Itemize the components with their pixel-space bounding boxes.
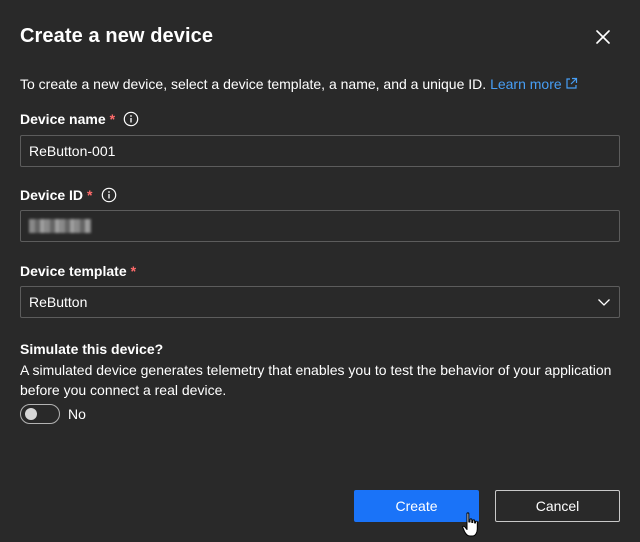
device-template-label-text: Device template — [20, 263, 127, 279]
simulate-toggle[interactable] — [20, 404, 60, 424]
simulate-description: A simulated device generates telemetry t… — [20, 362, 612, 398]
intro-text-body: To create a new device, select a device … — [20, 76, 487, 92]
learn-more-link[interactable]: Learn more — [490, 76, 578, 92]
device-name-label: Device name * — [20, 111, 139, 127]
device-id-label-text: Device ID — [20, 187, 84, 203]
device-name-input[interactable]: ReButton-001 — [20, 135, 620, 167]
cancel-button[interactable]: Cancel — [495, 490, 620, 522]
device-name-label-text: Device name — [20, 111, 106, 127]
device-template-label: Device template * — [20, 263, 136, 279]
create-device-dialog: Create a new device To create a new devi… — [0, 0, 640, 542]
create-button[interactable]: Create — [354, 490, 479, 522]
create-button-label: Create — [395, 498, 438, 514]
required-indicator: * — [109, 111, 116, 127]
toggle-knob — [25, 408, 37, 420]
close-button[interactable] — [590, 24, 616, 50]
required-indicator: * — [87, 187, 93, 203]
external-link-icon — [566, 77, 577, 89]
hand-pointer-cursor-icon — [462, 512, 478, 537]
info-icon[interactable] — [101, 187, 117, 203]
device-name-value: ReButton-001 — [29, 143, 116, 159]
info-icon[interactable] — [123, 111, 139, 127]
device-template-select[interactable]: ReButton — [20, 286, 620, 318]
device-id-label: Device ID * — [20, 187, 117, 203]
device-template-value: ReButton — [29, 294, 88, 310]
simulate-toggle-label: No — [68, 406, 86, 422]
redacted-device-id — [29, 219, 91, 233]
cancel-button-label: Cancel — [535, 498, 580, 514]
required-indicator: * — [130, 263, 137, 279]
simulate-title: Simulate this device? — [20, 341, 164, 357]
close-icon — [596, 30, 610, 44]
intro-text: To create a new device, select a device … — [20, 76, 578, 92]
chevron-down-icon — [598, 299, 610, 306]
dialog-title: Create a new device — [20, 25, 214, 47]
learn-more-label: Learn more — [490, 76, 562, 92]
device-id-input[interactable] — [20, 210, 620, 242]
